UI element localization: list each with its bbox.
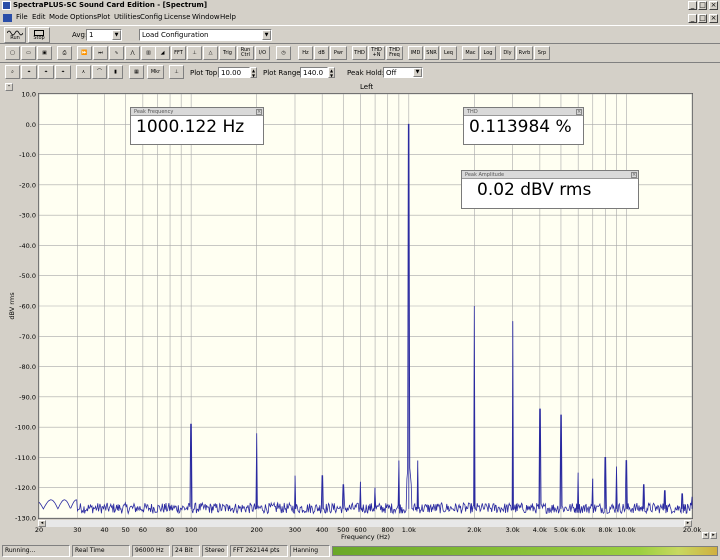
y-tick-label: -40.0 [19, 242, 36, 250]
status-mode: Real Time [72, 545, 130, 557]
status-bit-depth: 24 Bit [172, 545, 200, 557]
peak-frequency-header: Peak Frequency × [131, 108, 263, 116]
x-tick-label: 400 [316, 526, 328, 534]
x-tick-label: 40 [100, 526, 108, 534]
peak-amplitude-value: 0.02 dBV rms [477, 180, 592, 200]
thd-window[interactable]: THD × 0.113984 % [463, 107, 584, 145]
status-window: Hanning [290, 545, 330, 557]
x-tick-label: 5.0k [554, 526, 568, 534]
x-tick-label: 200 [250, 526, 262, 534]
close-icon[interactable]: × [631, 172, 637, 178]
peak-frequency-value: 1000.122 Hz [136, 117, 245, 137]
x-tick-label: 4.0k [533, 526, 547, 534]
y-tick-label: -70.0 [19, 333, 36, 341]
y-tick-label: -30.0 [19, 212, 36, 220]
x-tick-label: 50 [121, 526, 129, 534]
x-tick-label: 8.0k [598, 526, 612, 534]
x-tick-label: 6.0k [571, 526, 585, 534]
status-running: Running... [2, 545, 70, 557]
thd-header: THD × [464, 108, 583, 116]
peak-amplitude-header: Peak Amplitude × [462, 171, 638, 179]
x-tick-label: 1.0k [402, 526, 416, 534]
x-tick-label: 10.0k [617, 526, 635, 534]
y-tick-label: -90.0 [19, 393, 36, 401]
y-tick-label: -20.0 [19, 181, 36, 189]
x-tick-label: 300 [289, 526, 301, 534]
scroll-right-small-button[interactable]: ▸ [710, 532, 717, 539]
x-tick-label: 60 [139, 526, 147, 534]
y-tick-label: -110.0 [15, 454, 36, 462]
y-tick-label: -10.0 [19, 151, 36, 159]
peak-frequency-window[interactable]: Peak Frequency × 1000.122 Hz [130, 107, 264, 145]
x-axis-label: Frequency (Hz) [341, 533, 390, 541]
level-meter [332, 546, 718, 556]
x-tick-label: 80 [166, 526, 174, 534]
x-tick-label: 20.0k [683, 526, 701, 534]
status-bar: Running... Real Time 96000 Hz 24 Bit Ste… [0, 543, 720, 560]
status-channels: Stereo [202, 545, 228, 557]
y-tick-label: -50.0 [19, 272, 36, 280]
peak-amplitude-title: Peak Amplitude [465, 172, 505, 178]
status-sample-rate: 96000 Hz [132, 545, 170, 557]
y-axis-label: dBV rms [8, 292, 16, 320]
scroll-right-button[interactable]: ▸ [684, 520, 692, 527]
status-fft-size: FFT 262144 pts [230, 545, 288, 557]
peak-amplitude-window[interactable]: Peak Amplitude × 0.02 dBV rms [461, 170, 639, 209]
x-tick-label: 100 [185, 526, 197, 534]
y-tick-label: -120.0 [15, 484, 36, 492]
y-tick-label: 10.0 [22, 91, 36, 99]
x-tick-label: 3.0k [506, 526, 520, 534]
y-tick-label: -100.0 [15, 424, 36, 432]
x-tick-label: 30 [73, 526, 81, 534]
thd-value: 0.113984 % [469, 117, 572, 137]
peak-frequency-title: Peak Frequency [134, 109, 174, 115]
spectrum-chart: 10.0 0.0 -10.0 -20.0 -30.0 -40.0 -50.0 -60.0 -70… [8, 91, 701, 542]
x-tick-label: 20 [35, 526, 43, 534]
y-tick-label: -80.0 [19, 363, 36, 371]
thd-title: THD [467, 109, 478, 115]
y-tick-label: -130.0 [15, 515, 36, 523]
close-icon[interactable]: × [256, 109, 262, 115]
scroll-left-small-button[interactable]: ◂ [702, 532, 709, 539]
close-icon[interactable]: × [576, 109, 582, 115]
x-tick-label: 2.0k [467, 526, 481, 534]
y-tick-label: 0.0 [26, 121, 36, 129]
y-tick-label: -60.0 [19, 303, 36, 311]
horizontal-scrollbar[interactable] [46, 520, 684, 527]
scroll-left-button[interactable]: ◂ [38, 520, 46, 527]
